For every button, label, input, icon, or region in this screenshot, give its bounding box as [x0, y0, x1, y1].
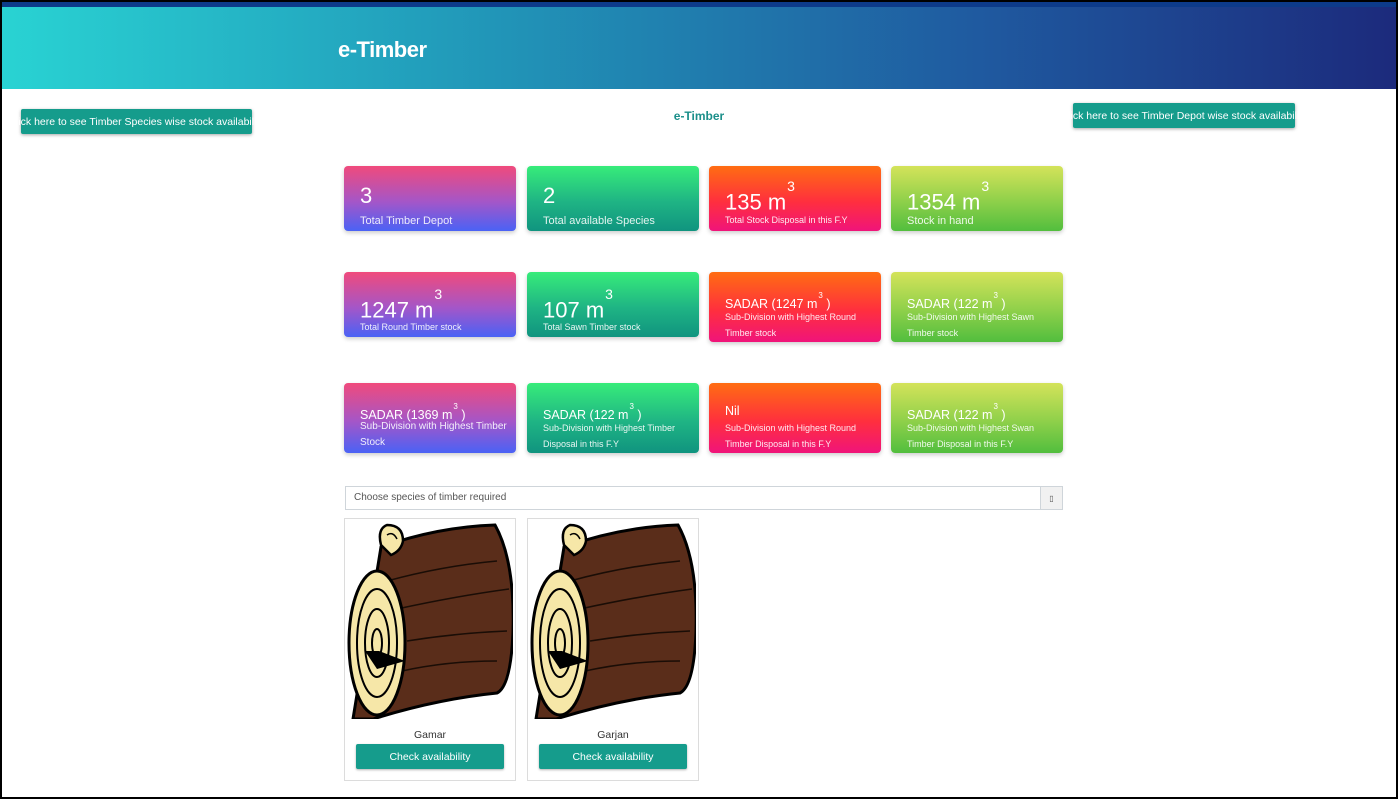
species-select-placeholder: Choose species of timber required: [354, 492, 507, 503]
stat-value: 2: [543, 183, 556, 208]
species-card-garjan: Garjan Check availability: [527, 518, 699, 781]
stat-label: Total available Species: [543, 215, 655, 227]
stat-label: Sub-Division with Highest Timber Stock: [360, 421, 507, 448]
species-name: Garjan: [597, 729, 629, 741]
stat-label: Sub-Division with Highest Swan Timber Di…: [907, 423, 1035, 449]
stat-label: Sub-Division with Highest Round Timber D…: [725, 423, 857, 449]
stat-value: 107 m3: [543, 286, 613, 323]
check-availability-button[interactable]: Check availability: [356, 744, 504, 769]
depot-stock-button[interactable]: Click here to see Timber Depot wise stoc…: [1061, 103, 1307, 128]
species-card-gamar: Gamar Check availability: [344, 518, 516, 781]
stat-card-stock-in-hand: 1354 m3 Stock in hand: [891, 166, 1063, 231]
stat-label: Total Timber Depot: [360, 215, 453, 227]
stat-label: Total Round Timber stock: [360, 322, 462, 332]
species-select[interactable]: Choose species of timber required ▯: [345, 486, 1063, 510]
stat-card-highest-sawn: SADAR (122 m3 ) Sub-Division with Highes…: [891, 272, 1063, 342]
brand-title[interactable]: e-Timber: [338, 37, 427, 63]
app-frame: e-Timber Click here to see Timber Specie…: [2, 2, 1396, 797]
stat-card-highest-swan-disposal: SADAR (122 m3 ) Sub-Division with Highes…: [891, 383, 1063, 453]
check-availability-button[interactable]: Check availability: [539, 744, 687, 769]
stat-card-total-depot: 3 Total Timber Depot: [344, 166, 516, 231]
stat-label: Sub-Division with Highest Sawn Timber st…: [907, 312, 1035, 338]
stat-card-stock-disposal: 135 m3 Total Stock Disposal in this F.Y: [709, 166, 881, 231]
stat-value: 1247 m3: [360, 286, 443, 323]
stat-label: Total Stock Disposal in this F.Y: [725, 215, 848, 225]
stat-value: 3: [360, 183, 373, 208]
stat-card-highest-disposal: SADAR (122 m3 ) Sub-Division with Highes…: [527, 383, 699, 453]
stat-label: Sub-Division with Highest Round Timber s…: [725, 312, 857, 338]
stat-card-highest-round-disposal: Nil Sub-Division with Highest Round Timb…: [709, 383, 881, 453]
stat-card-highest-stock: SADAR (1369 m3 ) Sub-Division with Highe…: [344, 383, 516, 453]
stat-label: Total Sawn Timber stock: [543, 322, 641, 332]
stat-label: Sub-Division with Highest Timber Disposa…: [543, 423, 676, 449]
header-bar: e-Timber: [2, 7, 1396, 89]
stat-card-highest-round: SADAR (1247 m3 ) Sub-Division with Highe…: [709, 272, 881, 342]
species-name: Gamar: [413, 729, 447, 741]
stat-label: Stock in hand: [907, 215, 974, 227]
dropdown-icon[interactable]: ▯: [1040, 487, 1062, 509]
stat-card-total-species: 2 Total available Species: [527, 166, 699, 231]
stat-value: 135 m3: [725, 178, 795, 215]
stat-card-round-timber: 1247 m3 Total Round Timber stock: [344, 272, 516, 337]
stat-value: Nil: [725, 404, 740, 418]
timber-log-icon: [347, 523, 513, 719]
timber-log-icon: [530, 523, 696, 719]
stat-card-sawn-timber: 107 m3 Total Sawn Timber stock: [527, 272, 699, 337]
stat-value: 1354 m3: [907, 178, 990, 215]
